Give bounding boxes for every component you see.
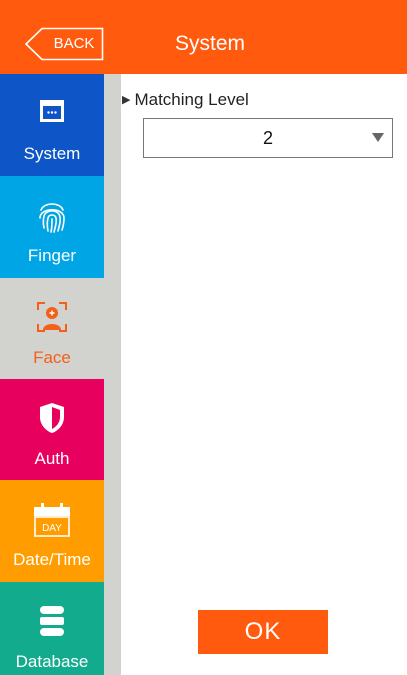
sidebar-item-label: Date/Time xyxy=(13,550,91,569)
page-title: System xyxy=(174,32,245,55)
shield-icon xyxy=(0,401,104,435)
sidebar: System Finger Face Auth DAY Date/Time Da… xyxy=(0,74,121,675)
chevron-down-icon xyxy=(372,133,384,142)
sidebar-item-label: Database xyxy=(15,652,89,671)
calendar-icon: DAY xyxy=(0,502,104,537)
back-button[interactable]: BACK xyxy=(24,27,104,61)
sidebar-item-label: Finger xyxy=(27,246,77,265)
calendar-day-text: DAY xyxy=(42,523,62,534)
matching-level-text: Matching Level xyxy=(134,90,249,109)
sidebar-item-label: Face xyxy=(33,348,71,367)
back-label: BACK xyxy=(53,35,95,52)
sidebar-item-database[interactable]: Database xyxy=(0,582,104,675)
sidebar-item-label: Auth xyxy=(34,449,70,468)
sidebar-item-auth[interactable]: Auth xyxy=(0,379,104,481)
matching-level-label: ▶ Matching Level xyxy=(122,88,249,112)
matching-level-select[interactable]: 2 xyxy=(143,118,393,158)
triangle-right-icon: ▶ xyxy=(122,94,131,106)
sidebar-item-face[interactable]: Face xyxy=(0,278,104,380)
matching-level-value: 2 xyxy=(262,128,273,148)
database-icon xyxy=(0,604,104,638)
sidebar-item-label: System xyxy=(23,144,81,163)
ok-button[interactable]: OK xyxy=(198,610,328,654)
sidebar-item-system[interactable]: System xyxy=(0,74,104,176)
fingerprint-icon xyxy=(0,198,104,233)
sidebar-item-finger[interactable]: Finger xyxy=(0,176,104,278)
face-icon xyxy=(0,300,104,334)
window-icon xyxy=(0,96,104,130)
sidebar-item-datetime[interactable]: DAY Date/Time xyxy=(0,480,104,582)
header-bar: BACK System xyxy=(0,0,407,74)
